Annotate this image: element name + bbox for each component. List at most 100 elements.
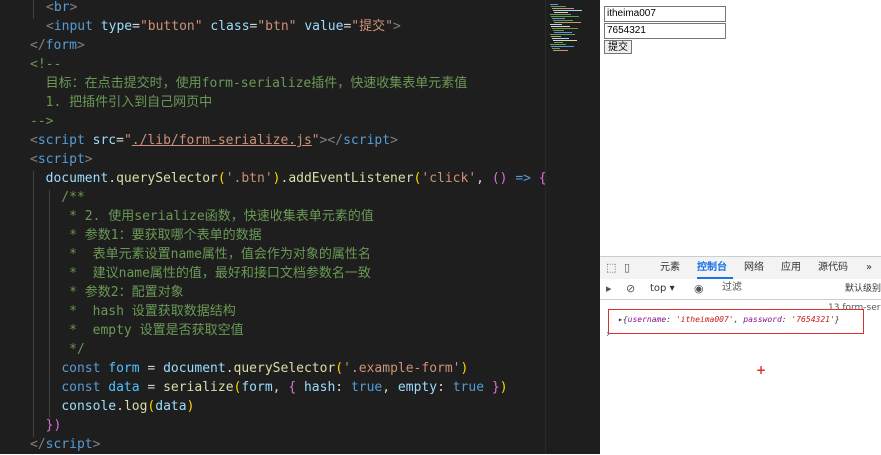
password-input[interactable]: [604, 23, 726, 39]
code-token: script: [37, 152, 85, 167]
log-close: }: [834, 315, 840, 324]
code-token: </: [30, 437, 46, 452]
code-token: ): [186, 399, 195, 414]
code-token: class: [210, 19, 250, 34]
username-input[interactable]: [604, 6, 726, 22]
code-token: =: [139, 380, 164, 395]
code-token: "button": [139, 19, 203, 34]
code-line: * 建议name属性的值，最好和接口文档参数名一致: [30, 264, 371, 283]
code-token: form: [45, 38, 77, 53]
code-token: .: [225, 361, 234, 376]
console-toolbar: ▸ ⊘ top ▾ ◉ 过滤 默认级别: [600, 279, 881, 300]
code-token: console: [61, 399, 117, 414]
code-token: ): [460, 361, 469, 376]
minimap-line: [550, 44, 566, 45]
code-token: true: [350, 380, 383, 395]
device-toolbar-icon[interactable]: ▯: [624, 261, 630, 275]
code-token: script: [343, 133, 391, 148]
minimap-line: [552, 8, 574, 9]
code-token: >: [390, 133, 398, 148]
code-token: =: [116, 133, 124, 148]
more-tabs-icon[interactable]: »: [866, 261, 872, 275]
minimap-line: [550, 24, 562, 25]
code-line: console.log(data): [30, 397, 194, 416]
tab-console[interactable]: 控制台: [697, 261, 727, 275]
code-token: >: [69, 0, 78, 15]
devtools-panel: ⬚ ▯ 元素 控制台 网络 应用 源代码 » ▸ ⊘ top ▾ ◉ 过滤 默认…: [600, 256, 881, 455]
minimap-line: [554, 22, 581, 23]
code-token: ,: [476, 171, 492, 186]
code-token: ,: [272, 380, 289, 395]
code-token: * hash 设置获取数据结构: [30, 304, 236, 319]
code-token: form: [241, 380, 273, 395]
context-selector[interactable]: top ▾: [650, 282, 675, 296]
code-line: <!--: [30, 55, 61, 74]
code-token: * 参数2：配置对象: [30, 285, 184, 300]
console-prompt[interactable]: ›: [606, 329, 610, 340]
code-token: <: [30, 133, 38, 148]
minimap-line: [552, 28, 578, 29]
code-line: 1. 把插件引入到自己网页中: [30, 93, 213, 112]
minimap-line: [552, 48, 560, 49]
code-token: "btn": [257, 19, 297, 34]
code-line: document.querySelector('.btn').addEventL…: [30, 169, 545, 188]
code-line: * 参数1：要获取哪个表单的数据: [30, 226, 262, 245]
code-line: const data = serialize(form, { hash: tru…: [30, 378, 507, 397]
eye-icon[interactable]: ◉: [694, 282, 704, 296]
code-token: >: [76, 38, 85, 53]
code-token: data: [155, 399, 187, 414]
minimap-line: [551, 6, 566, 7]
tab-elements[interactable]: 元素: [660, 261, 680, 275]
code-token: empty: [397, 380, 438, 395]
code-token: :: [335, 380, 351, 395]
tab-network[interactable]: 网络: [744, 261, 764, 275]
sidebar-toggle-icon[interactable]: ▸: [606, 282, 612, 296]
minimap-line: [551, 26, 570, 27]
code-token: * empty 设置是否获取空值: [30, 323, 244, 338]
code-line: const form = document.querySelector('.ex…: [30, 359, 468, 378]
log-level-selector[interactable]: 默认级别: [845, 282, 881, 296]
tab-sources[interactable]: 源代码: [818, 261, 848, 275]
minimap-line: [552, 18, 565, 19]
clear-console-icon[interactable]: ⊘: [626, 282, 635, 296]
code-line: /**: [30, 188, 85, 207]
code-token: hash: [303, 380, 336, 395]
submit-button[interactable]: 提交: [604, 40, 632, 54]
code-token: <: [30, 152, 38, 167]
code-token: * 表单元素设置name属性，值会作为对象的属性名: [30, 247, 371, 262]
code-token: "提交": [351, 19, 393, 34]
code-token: <!--: [30, 57, 62, 72]
code-token: * 建议name属性的值，最好和接口文档参数名一致: [30, 266, 371, 281]
code-token: ></: [319, 133, 344, 148]
code-token: >: [392, 19, 401, 34]
code-token: =: [132, 19, 140, 34]
console-log-entry[interactable]: ▸{username: 'itheima007', password: '765…: [618, 315, 840, 324]
minimap-line: [551, 46, 574, 47]
code-token: type: [100, 19, 133, 34]
code-editor[interactable]: <br> <input type="button" class="btn" val…: [0, 0, 545, 454]
code-token: .: [108, 171, 117, 186]
code-token: serialize: [163, 380, 234, 395]
code-token: (: [335, 361, 344, 376]
code-line: */: [30, 340, 85, 359]
code-token: >: [92, 437, 101, 452]
inspect-element-icon[interactable]: ⬚: [606, 261, 616, 275]
code-token: document: [45, 171, 109, 186]
minimap-line: [554, 42, 563, 43]
code-token: 'click': [421, 171, 477, 186]
tab-application[interactable]: 应用: [781, 261, 801, 275]
code-line: -->: [30, 112, 53, 131]
code-token: value: [304, 19, 344, 34]
code-token: script: [37, 133, 85, 148]
code-token: '.btn': [225, 171, 273, 186]
editor-minimap[interactable]: [545, 0, 601, 454]
code-token: const: [61, 361, 101, 376]
code-token: */: [30, 342, 85, 357]
filter-input[interactable]: 过滤: [720, 281, 840, 295]
